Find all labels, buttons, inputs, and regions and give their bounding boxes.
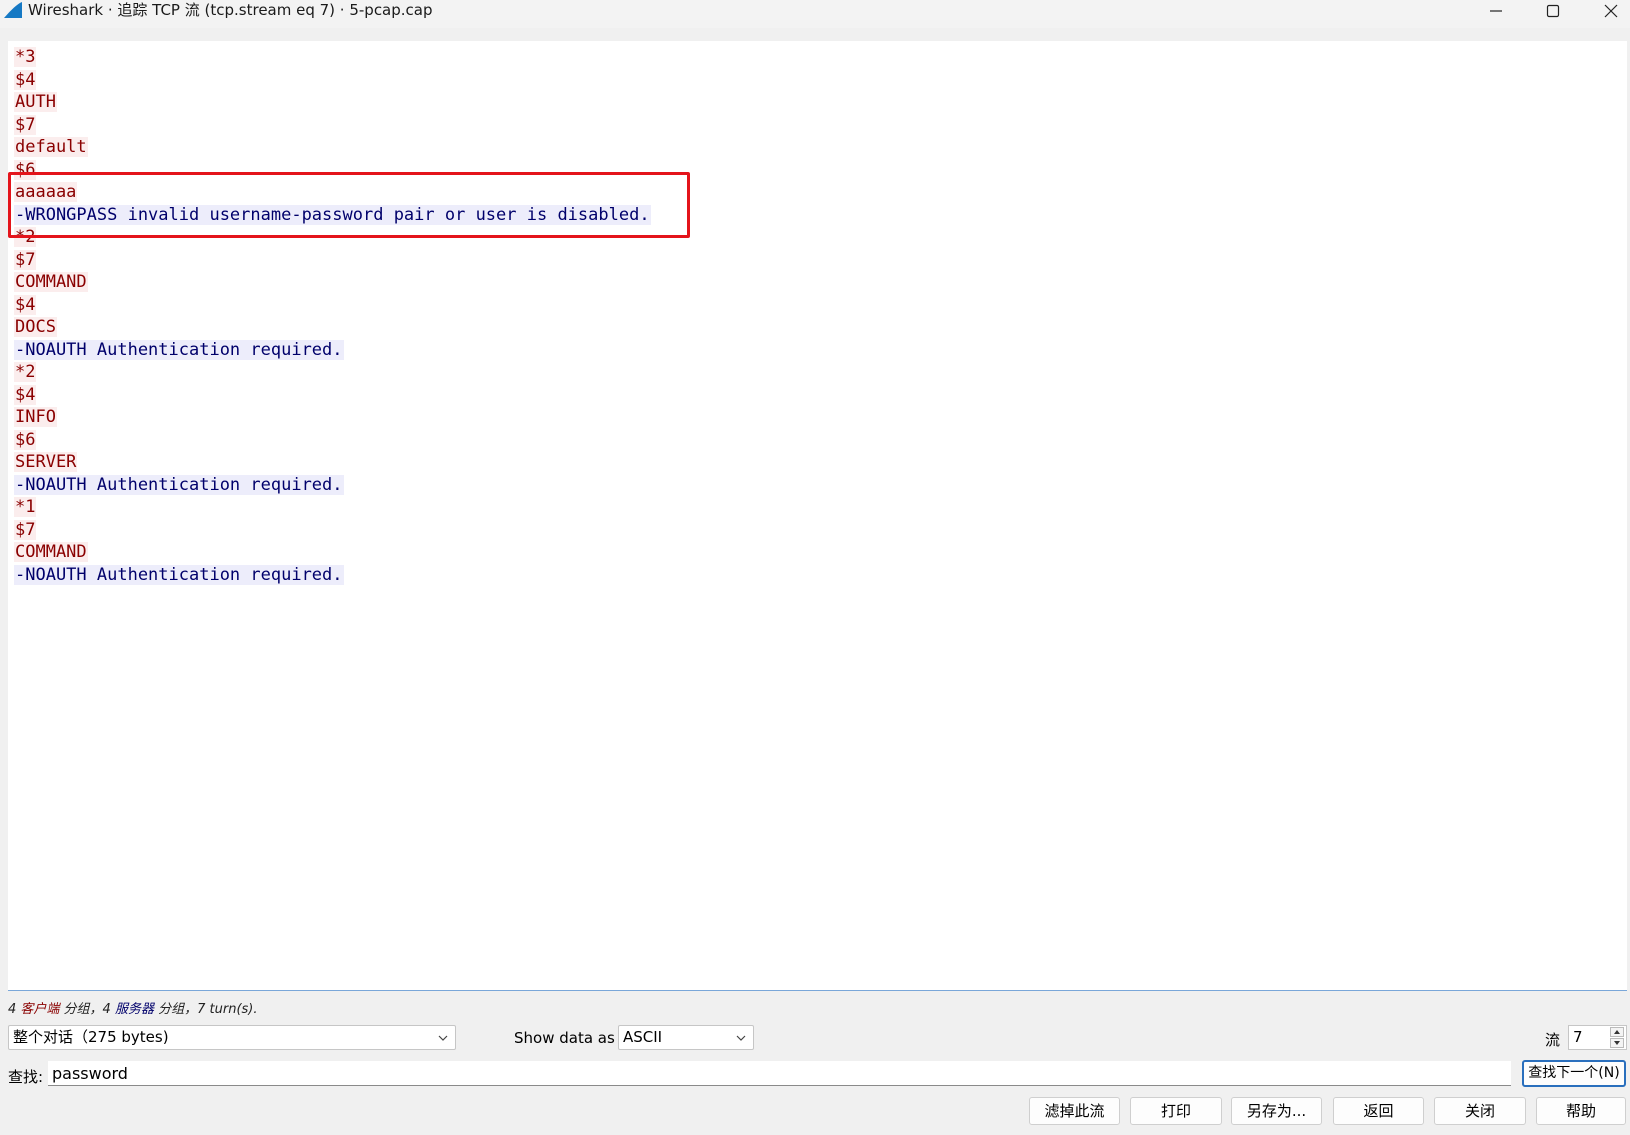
show-data-label: Show data as <box>514 1029 615 1047</box>
print-button[interactable]: 打印 <box>1130 1097 1222 1125</box>
stream-content-area[interactable]: *3 $4 AUTH $7 default $6 aaaaaa -WRONGPASS inva… <box>8 41 1627 991</box>
client-stream-line: $4 <box>14 294 651 317</box>
stream-line-text: -NOAUTH Authentication required. <box>14 564 344 585</box>
stream-line-text: $7 <box>14 249 37 270</box>
minimize-button[interactable] <box>1473 0 1519 22</box>
stream-line-text: $7 <box>14 519 37 540</box>
stream-line-text: COMMAND <box>14 542 88 562</box>
save-as-button[interactable]: 另存为... <box>1231 1097 1322 1125</box>
summary-client-label: 客户端 <box>20 1002 60 1017</box>
close-window-button[interactable] <box>1588 0 1630 22</box>
stream-line-text: INFO <box>14 407 57 427</box>
stream-line-text: SERVER <box>14 452 78 472</box>
minimize-icon <box>1490 10 1502 12</box>
maximize-icon <box>1546 4 1560 18</box>
summary-tail: 分组，7 turn(s). <box>153 1002 258 1017</box>
client-stream-line: $4 <box>14 69 651 92</box>
stream-line-text: $4 <box>14 384 37 405</box>
spin-up-icon[interactable] <box>1610 1027 1624 1037</box>
client-stream-line: COMMAND <box>14 271 651 294</box>
wireshark-fin-icon <box>3 1 23 23</box>
highlight-annotation-box <box>8 172 690 238</box>
stream-number-spinbox[interactable]: 7 <box>1568 1025 1627 1050</box>
conversation-select-value: 整个对话（275 bytes) <box>13 1028 169 1046</box>
spin-down-icon[interactable] <box>1610 1038 1624 1048</box>
stream-line-text: $6 <box>14 429 37 450</box>
client-stream-line: INFO <box>14 406 651 429</box>
maximize-button[interactable] <box>1530 0 1576 22</box>
find-input[interactable] <box>48 1061 1511 1086</box>
stream-line-text: default <box>14 137 88 157</box>
close-button[interactable]: 关闭 <box>1434 1097 1526 1125</box>
stream-line-text: *3 <box>14 47 37 67</box>
client-stream-line: $6 <box>14 429 651 452</box>
stream-summary: 4 客户端 分组，4 服务器 分组，7 turn(s). <box>8 998 258 1017</box>
summary-server-label: 服务器 <box>114 1002 154 1017</box>
client-stream-line: $7 <box>14 114 651 137</box>
summary-client-count: 4 <box>8 1002 21 1017</box>
stream-line-text: COMMAND <box>14 272 88 292</box>
stream-number-value: 7 <box>1573 1028 1583 1046</box>
show-data-value: ASCII <box>623 1028 663 1046</box>
title-bar: Wireshark · 追踪 TCP 流 (tcp.stream eq 7) ·… <box>0 0 1630 28</box>
stream-line-text: $4 <box>14 294 37 315</box>
stream-line-text: AUTH <box>14 92 57 112</box>
client-stream-line: *1 <box>14 496 651 519</box>
stream-number-label: 流 <box>1545 1031 1561 1049</box>
find-label: 查找: <box>8 1068 44 1086</box>
server-stream-line: -NOAUTH Authentication required. <box>14 474 651 497</box>
window-title: Wireshark · 追踪 TCP 流 (tcp.stream eq 7) ·… <box>28 1 433 19</box>
stream-line-text: -NOAUTH Authentication required. <box>14 339 344 360</box>
client-stream-line: $4 <box>14 384 651 407</box>
stream-lines: *3 $4 AUTH $7 default $6 aaaaaa -WRONGPASS inva… <box>14 46 651 586</box>
stream-line-text: $4 <box>14 69 37 90</box>
conversation-select[interactable]: 整个对话（275 bytes) <box>8 1025 456 1050</box>
client-stream-line: $7 <box>14 249 651 272</box>
show-data-select[interactable]: ASCII <box>618 1025 754 1050</box>
client-stream-line: SERVER <box>14 451 651 474</box>
stream-line-text: *1 <box>14 497 37 517</box>
stream-line-text: $7 <box>14 114 37 135</box>
filter-out-stream-button[interactable]: 滤掉此流 <box>1029 1097 1120 1125</box>
summary-mid: 分组，4 <box>59 1002 115 1017</box>
client-stream-line: COMMAND <box>14 541 651 564</box>
server-stream-line: -NOAUTH Authentication required. <box>14 564 651 587</box>
client-stream-line: $7 <box>14 519 651 542</box>
client-stream-line: default <box>14 136 651 159</box>
help-button[interactable]: 帮助 <box>1536 1097 1626 1125</box>
client-stream-line: *2 <box>14 361 651 384</box>
stream-line-text: *2 <box>14 362 37 382</box>
back-button[interactable]: 返回 <box>1333 1097 1424 1125</box>
find-next-button[interactable]: 查找下一个(N) <box>1522 1060 1626 1087</box>
client-stream-line: DOCS <box>14 316 651 339</box>
chevron-down-icon <box>736 1035 746 1041</box>
close-icon <box>1604 4 1618 18</box>
client-stream-line: *3 <box>14 46 651 69</box>
client-stream-line: AUTH <box>14 91 651 114</box>
stream-line-text: DOCS <box>14 317 57 337</box>
stream-line-text: -NOAUTH Authentication required. <box>14 474 344 495</box>
chevron-down-icon <box>438 1035 448 1041</box>
server-stream-line: -NOAUTH Authentication required. <box>14 339 651 362</box>
